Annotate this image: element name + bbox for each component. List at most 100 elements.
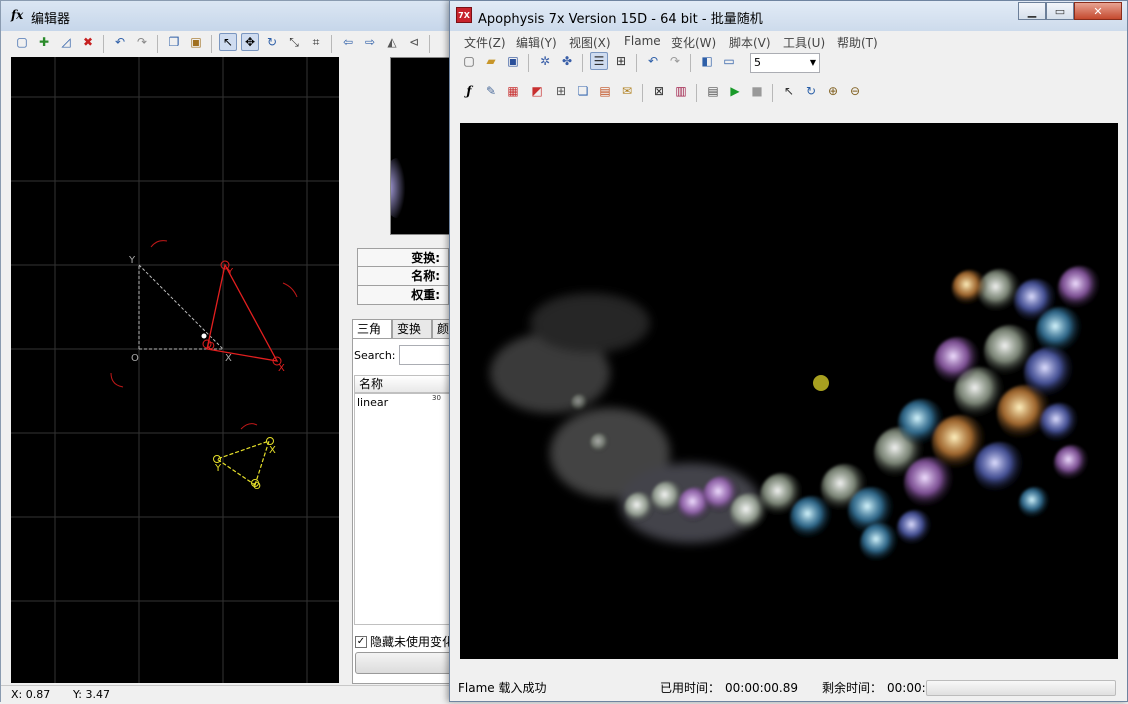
copy-icon[interactable]: ❐ xyxy=(165,33,183,51)
render-progress-bar xyxy=(926,680,1116,696)
zoom-out-icon[interactable]: ⊖ xyxy=(846,82,864,100)
redo-icon[interactable]: ↷ xyxy=(133,33,151,51)
flame-render-canvas[interactable] xyxy=(460,123,1118,659)
apo-undo-icon[interactable]: ↶ xyxy=(644,52,662,70)
batch-render-icon[interactable]: ✤ xyxy=(558,52,576,70)
script-icon[interactable]: ▤ xyxy=(704,82,722,100)
menu-flame[interactable]: Flame xyxy=(624,34,661,48)
editor-toolbar: ▢ ✚ ◿ ✖ ↶ ↷ ❐ ▣ ↖ ✥ ↻ ⤡ ⌗ ⇦ ⇨ ◭ ⊲ xyxy=(5,33,457,55)
save-icon[interactable]: ▣ xyxy=(504,52,522,70)
fit-icon[interactable]: ⌗ xyxy=(307,33,325,51)
zoom-in-icon[interactable]: ⊕ xyxy=(824,82,842,100)
run-script-icon[interactable]: ▶ xyxy=(726,82,744,100)
editor-title: 编辑器 xyxy=(31,12,71,27)
apophysis-logo-icon: 7X xyxy=(456,7,472,23)
list-item-linear-value[interactable]: 30 xyxy=(432,394,441,402)
rotate-view-icon[interactable]: ↻ xyxy=(802,82,820,100)
fullscreen-icon[interactable]: ◧ xyxy=(698,52,716,70)
search-input[interactable] xyxy=(399,345,451,365)
open-icon[interactable]: ▰ xyxy=(482,52,500,70)
menu-variation[interactable]: 变化(W) xyxy=(671,34,716,51)
render-settings-icon[interactable]: ✲ xyxy=(536,52,554,70)
red-label-o: O xyxy=(207,341,215,352)
menu-view[interactable]: 视图(X) xyxy=(569,34,611,51)
editor-fx-icon[interactable]: ƒ xyxy=(460,82,478,100)
red-transform-triangle[interactable]: O X Y xyxy=(201,260,286,374)
delete-transform-icon[interactable]: ✖ xyxy=(79,33,97,51)
elapsed-label: 已用时间： xyxy=(660,681,721,695)
scale-mode-icon[interactable]: ⤡ xyxy=(285,33,303,51)
variations-list[interactable] xyxy=(354,393,452,625)
new-transform-icon[interactable]: ▢ xyxy=(13,33,31,51)
close-button[interactable]: ✕ xyxy=(1074,2,1122,20)
x-axis-label: X xyxy=(225,353,232,364)
browser-icon[interactable]: ❏ xyxy=(574,82,592,100)
icon-view-icon[interactable]: ⊞ xyxy=(612,52,630,70)
menu-help[interactable]: 帮助(T) xyxy=(837,34,878,51)
new-flame-icon[interactable]: ▢ xyxy=(460,52,478,70)
search-label: Search: xyxy=(354,349,396,362)
transparency-icon[interactable]: ⊠ xyxy=(650,82,668,100)
flip-horizontal-icon[interactable]: ◭ xyxy=(383,33,401,51)
pointer-icon[interactable]: ↖ xyxy=(780,82,798,100)
list-item-linear[interactable]: linear xyxy=(357,396,388,409)
rotate-left-icon[interactable]: ⇦ xyxy=(339,33,357,51)
menu-tools[interactable]: 工具(U) xyxy=(783,34,825,51)
guides-icon[interactable]: ▥ xyxy=(672,82,690,100)
undo-icon[interactable]: ↶ xyxy=(111,33,129,51)
chevron-down-icon: ▼ xyxy=(809,58,816,67)
menu-script[interactable]: 脚本(V) xyxy=(729,34,771,51)
palette-icon[interactable]: ▦ xyxy=(504,82,522,100)
remaining-value: 00:00: xyxy=(887,681,926,695)
fx-icon: fx xyxy=(11,8,24,22)
editor-window: fx 编辑器 ▢ ✚ ◿ ✖ ↶ ↷ ❐ ▣ ↖ ✥ ↻ ⤡ ⌗ ⇦ ⇨ ◭ ⊲ xyxy=(0,0,461,704)
move-mode-icon[interactable]: ✥ xyxy=(241,33,259,51)
apo-titlebar[interactable]: 7X Apophysis 7x Version 15D - 64 bit - 批… xyxy=(450,1,1127,31)
fractal-curls xyxy=(571,266,1102,563)
flame-center-marker[interactable] xyxy=(813,375,829,391)
adjust-icon[interactable]: ✎ xyxy=(482,82,500,100)
quality-combo[interactable]: 5 ▼ xyxy=(750,53,820,73)
y-axis-label: Y xyxy=(128,255,136,266)
yellow-label-o: O xyxy=(253,481,261,492)
minimize-button[interactable]: ▁ xyxy=(1018,2,1046,20)
maximize-button[interactable]: ▭ xyxy=(1046,2,1074,20)
apo-statusbar: Flame 载入成功 已用时间： 00:00:00.89 剩余时间： 00:00… xyxy=(450,676,1127,701)
select-mode-icon[interactable]: ↖ xyxy=(219,33,237,51)
flip-vertical-icon[interactable]: ⊲ xyxy=(405,33,423,51)
stop-script-icon[interactable]: ■ xyxy=(748,82,766,100)
tab-triangle[interactable]: 三角 xyxy=(352,319,392,339)
rotate-mode-icon[interactable]: ↻ xyxy=(263,33,281,51)
script-editor-icon[interactable]: ✉ xyxy=(618,82,636,100)
transform-preview xyxy=(390,57,452,235)
props-name-label: 名称: xyxy=(357,267,449,286)
editor-action-button[interactable] xyxy=(355,652,453,674)
tab-transform[interactable]: 变换 xyxy=(392,319,432,339)
props-transform-label: 变换: xyxy=(357,248,449,267)
paste-icon[interactable]: ▣ xyxy=(187,33,205,51)
mutate-icon[interactable]: ⊞ xyxy=(552,82,570,100)
preview-svg xyxy=(391,158,411,218)
editor-tabs: 三角 变换 颜 xyxy=(352,319,456,339)
hide-unused-row[interactable]: ✓ 隐藏未使用变化 xyxy=(355,633,454,650)
yellow-label-x: X xyxy=(269,445,276,456)
menu-edit[interactable]: 编辑(Y) xyxy=(516,34,557,51)
apo-redo-icon[interactable]: ↷ xyxy=(666,52,684,70)
apo-menubar: 文件(Z) 编辑(Y) 视图(X) Flame 变化(W) 脚本(V) 工具(U… xyxy=(456,32,1126,50)
hide-unused-checkbox[interactable]: ✓ xyxy=(355,635,367,648)
add-transform-icon[interactable]: ✚ xyxy=(35,33,53,51)
list-header-name[interactable]: 名称 xyxy=(354,375,452,393)
list-view-icon[interactable]: ☰ xyxy=(590,52,608,70)
cursor-x-readout: X: 0.87 xyxy=(11,688,51,701)
menu-file[interactable]: 文件(Z) xyxy=(464,34,506,51)
duplicate-transform-icon[interactable]: ◿ xyxy=(57,33,75,51)
window-icon[interactable]: ▭ xyxy=(720,52,738,70)
elapsed-value: 00:00:00.89 xyxy=(725,681,798,695)
red-label-y: Y xyxy=(226,267,234,278)
rotate-right-icon[interactable]: ⇨ xyxy=(361,33,379,51)
apophysis-window: 7X Apophysis 7x Version 15D - 64 bit - 批… xyxy=(449,0,1128,702)
editor-titlebar[interactable]: fx 编辑器 xyxy=(1,1,461,31)
transform-grid-canvas[interactable]: O X Y O X Y O X Y xyxy=(11,57,339,683)
gradient-icon[interactable]: ◩ xyxy=(528,82,546,100)
image-icon[interactable]: ▤ xyxy=(596,82,614,100)
